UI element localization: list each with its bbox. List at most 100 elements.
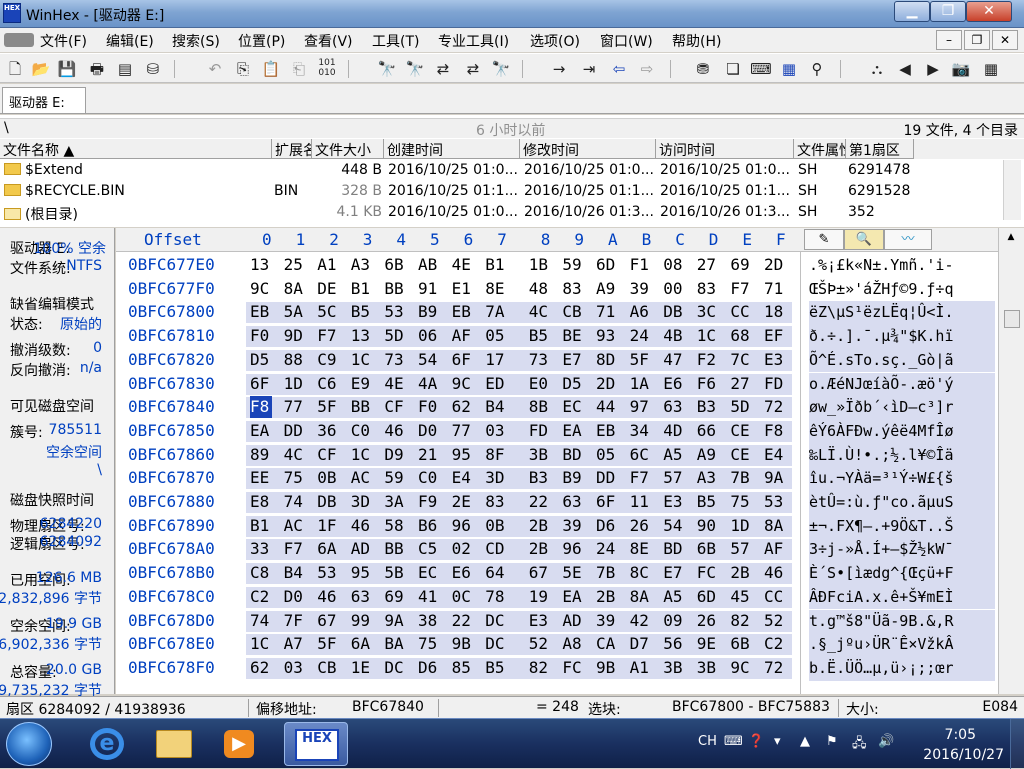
replace-hex-icon[interactable]: ⇄ xyxy=(462,58,484,80)
hex-byte[interactable]: CB xyxy=(317,657,339,679)
hex-byte[interactable]: C2 xyxy=(764,633,786,655)
hex-byte[interactable]: 45 xyxy=(730,586,752,608)
hex-byte[interactable]: EC xyxy=(418,562,440,584)
hex-byte[interactable]: 42 xyxy=(630,610,652,632)
hex-byte[interactable]: 6B xyxy=(697,538,719,560)
hex-byte[interactable]: F7 xyxy=(630,467,652,489)
hex-byte[interactable]: DD xyxy=(284,420,306,442)
hex-byte[interactable]: F2 xyxy=(697,349,719,371)
hex-byte[interactable]: B5 xyxy=(529,325,551,347)
hex-byte[interactable]: 4B xyxy=(663,325,685,347)
hex-byte[interactable]: BB xyxy=(384,278,406,300)
hex-byte[interactable]: A7 xyxy=(284,633,306,655)
hex-byte[interactable]: 05 xyxy=(485,325,507,347)
file-row[interactable]: $Extend 448 B 2016/10/25 01:0... 2016/10… xyxy=(0,160,1000,181)
save-icon[interactable]: 💾 xyxy=(56,58,78,80)
hex-byte[interactable]: F0 xyxy=(418,396,440,418)
hex-byte[interactable]: 9B xyxy=(452,633,474,655)
hex-byte[interactable]: 24 xyxy=(596,538,618,560)
hex-byte[interactable]: 73 xyxy=(529,349,551,371)
hex-byte[interactable]: 2E xyxy=(452,491,474,513)
file-row[interactable]: $RECYCLE.BIN BIN 328 B 2016/10/25 01:1..… xyxy=(0,181,1000,202)
hex-byte[interactable]: B5 xyxy=(697,491,719,513)
hex-byte[interactable]: 5F xyxy=(317,396,339,418)
hex-row[interactable]: 0BFC67810 F0 9D F7 13 5D 06 AF 05 B5 BE 93 24 4B 1C 68 E… xyxy=(116,325,800,349)
hex-byte[interactable]: FD xyxy=(529,420,551,442)
column-size[interactable]: 文件大小 xyxy=(312,139,384,159)
hex-byte[interactable]: 83 xyxy=(562,278,584,300)
hex-row[interactable]: 0BFC67850 EA DD 36 C0 46 D0 77 03 FD EA EB 34 4D 66 CE F… xyxy=(116,420,800,444)
hex-byte[interactable]: 1E xyxy=(351,657,373,679)
ram-editor-icon[interactable]: ⌨ xyxy=(750,58,772,80)
hex-byte[interactable]: 59 xyxy=(384,467,406,489)
hex-byte[interactable]: A3 xyxy=(351,254,373,276)
hex-byte[interactable]: D5 xyxy=(250,349,272,371)
hex-byte[interactable]: 71 xyxy=(596,301,618,323)
help-icon[interactable]: ❓ xyxy=(748,734,764,749)
hex-byte[interactable]: B5 xyxy=(485,657,507,679)
hex-byte[interactable]: CA xyxy=(596,633,618,655)
hex-byte[interactable]: 8C xyxy=(630,562,652,584)
hex-byte[interactable]: 75 xyxy=(730,491,752,513)
hex-byte[interactable]: 54 xyxy=(663,515,685,537)
action-center-icon[interactable]: ⚑ xyxy=(826,734,838,749)
hex-byte[interactable]: 77 xyxy=(284,396,306,418)
column-created[interactable]: 创建时间 xyxy=(384,139,520,159)
hex-byte[interactable]: 54 xyxy=(418,349,440,371)
explorer-icon[interactable] xyxy=(144,722,202,766)
hex-row[interactable]: 0BFC67890 B1 AC 1F 46 58 B6 96 0B 2B 39 D6 26 54 90 1D 8… xyxy=(116,515,800,539)
hex-byte[interactable]: AF xyxy=(452,325,474,347)
hex-byte[interactable]: 2B xyxy=(529,515,551,537)
hex-byte[interactable]: 8F xyxy=(485,444,507,466)
hex-byte[interactable]: 4D xyxy=(663,420,685,442)
properties-icon[interactable]: ▤ xyxy=(114,58,136,80)
hex-byte[interactable]: DB xyxy=(317,491,339,513)
text-row[interactable]: È´S•[ìædg^{Œçü+F xyxy=(809,562,995,586)
hex-byte[interactable]: 3B xyxy=(529,444,551,466)
hex-byte[interactable]: B1 xyxy=(250,515,272,537)
hex-byte[interactable]: EA xyxy=(562,586,584,608)
hex-byte[interactable]: B9 xyxy=(562,467,584,489)
hex-byte[interactable]: 21 xyxy=(418,444,440,466)
hex-byte[interactable]: F7 xyxy=(730,278,752,300)
hex-row[interactable]: 0BFC67870 EE 75 0B AC 59 C0 E4 3D B3 B9 DD F7 57 A3 7B 9… xyxy=(116,467,800,491)
clock-time[interactable]: 7:05 xyxy=(945,727,976,743)
hex-row[interactable]: 0BFC677F0 9C 8A DE B1 BB 91 E1 8E 48 83 A9 39 00 83 F7 7… xyxy=(116,278,800,302)
menu-pro-tools[interactable]: 专业工具(I) xyxy=(438,31,509,51)
hex-byte[interactable]: 25 xyxy=(284,254,306,276)
hex-byte[interactable]: 22 xyxy=(452,610,474,632)
hex-byte[interactable]: 8A xyxy=(764,515,786,537)
hex-row[interactable]: 0BFC678B0 C8 B4 53 95 5B EC E6 64 67 5E 7B 8C E7 FC 2B 4… xyxy=(116,562,800,586)
hex-byte[interactable]: 99 xyxy=(351,610,373,632)
hex-byte[interactable]: EB xyxy=(452,301,474,323)
text-row[interactable]: .§_jºu›ÜR¨Ê×VžkÂ xyxy=(809,633,995,657)
close-button[interactable]: ✕ xyxy=(966,1,1012,22)
hex-byte[interactable]: 6D xyxy=(596,254,618,276)
hex-byte[interactable]: 96 xyxy=(562,538,584,560)
hex-byte[interactable]: A1 xyxy=(630,657,652,679)
hex-byte[interactable]: 26 xyxy=(630,515,652,537)
hex-byte[interactable]: 8A xyxy=(284,278,306,300)
hex-byte[interactable]: 78 xyxy=(485,586,507,608)
open-folder-icon[interactable]: 📂 xyxy=(30,58,52,80)
hex-byte[interactable]: 63 xyxy=(351,586,373,608)
camera-icon[interactable]: 📷 xyxy=(950,58,972,80)
hex-byte[interactable]: ED xyxy=(485,373,507,395)
ie-icon[interactable]: e xyxy=(78,722,136,766)
hex-byte[interactable]: 46 xyxy=(764,562,786,584)
hex-row[interactable]: 0BFC67840 F8 77 5F BB CF F0 62 B4 8B EC 44 97 63 B3 5D 7… xyxy=(116,396,800,420)
hex-byte[interactable]: EB xyxy=(596,420,618,442)
hex-byte[interactable]: 6A xyxy=(317,538,339,560)
hex-byte[interactable]: A5 xyxy=(663,444,685,466)
hex-byte[interactable]: DE xyxy=(317,278,339,300)
hex-byte[interactable]: BE xyxy=(562,325,584,347)
hex-byte[interactable]: 4C xyxy=(529,301,551,323)
hex-byte[interactable]: 95 xyxy=(452,444,474,466)
hex-byte[interactable]: 9A xyxy=(384,610,406,632)
hex-byte[interactable]: 18 xyxy=(764,301,786,323)
text-row[interactable]: êÝ6ÀFÐw.ýêë4MfÎø xyxy=(809,419,995,444)
hex-byte[interactable]: 39 xyxy=(562,515,584,537)
zoom-icon[interactable]: ⚲ xyxy=(806,58,828,80)
menu-search[interactable]: 搜索(S) xyxy=(172,31,220,51)
pencil-icon[interactable]: ✎ xyxy=(804,229,844,250)
